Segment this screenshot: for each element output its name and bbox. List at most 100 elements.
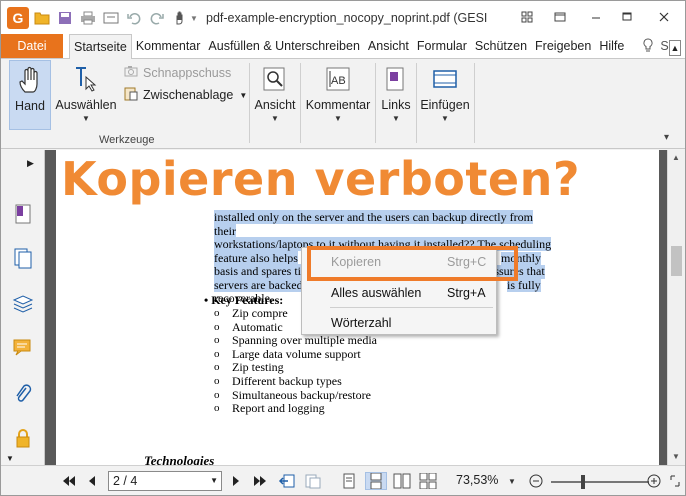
links-label: Links — [381, 98, 411, 112]
ribbon-divider — [416, 63, 417, 143]
title-bar: G ▼ pdf-example-encryption_nocopy_noprin… — [1, 1, 685, 35]
next-page-icon[interactable] — [230, 472, 242, 490]
technologies-heading: Technologies — [144, 453, 215, 465]
continuous-facing-icon[interactable] — [418, 472, 438, 490]
close-button[interactable] — [653, 7, 675, 27]
tab-form[interactable]: Formular — [413, 34, 471, 58]
ribbon-divider — [300, 63, 301, 143]
zoom-out-icon[interactable] — [528, 472, 544, 490]
chevron-down-icon: ▼ — [271, 114, 279, 123]
list-item: Spanning over multiple media — [214, 334, 377, 348]
tab-share[interactable]: Freigeben — [531, 34, 595, 58]
key-features-label: Key Features: — [211, 293, 284, 307]
links-button[interactable]: Links ▼ — [378, 60, 414, 130]
list-item: Large data volume support — [214, 347, 377, 362]
hand-tool-icon[interactable] — [170, 8, 190, 28]
restore-ribbon-icon[interactable] — [549, 7, 571, 27]
insert-label: Einfügen — [420, 98, 470, 112]
camera-icon — [124, 65, 138, 80]
clipboard-label: Zwischenablage — [143, 88, 234, 102]
scroll-down-arrow-icon[interactable]: ▼ — [672, 452, 680, 461]
zoom-slider-thumb[interactable] — [581, 475, 585, 489]
continuous-page-icon[interactable] — [365, 472, 387, 490]
status-bar: 2 / 4 ▼ 73,53% ▼ — [1, 465, 685, 495]
list-item: Different backup types — [214, 374, 377, 389]
zoom-level[interactable]: 73,53% — [456, 473, 498, 487]
view-button[interactable]: Ansicht ▼ — [253, 60, 297, 130]
facing-pages-icon[interactable] — [392, 472, 412, 490]
single-page-icon[interactable] — [341, 472, 357, 490]
page-headline: Kopieren verboten? — [61, 152, 580, 206]
screen-icon[interactable] — [101, 8, 121, 28]
pages-icon[interactable] — [11, 246, 35, 270]
previous-page-icon[interactable] — [85, 472, 99, 490]
first-page-icon[interactable] — [61, 472, 77, 490]
tab-view[interactable]: Ansicht — [364, 34, 413, 58]
chevron-down-icon: ▼ — [441, 114, 449, 123]
open-folder-icon[interactable] — [32, 8, 52, 28]
vertical-scrollbar[interactable]: ▲ ▼ — [667, 150, 685, 465]
minimize-button[interactable] — [585, 7, 607, 27]
list-item: Simultaneous backup/restore — [214, 388, 377, 403]
menu-item-select-all[interactable]: Alles auswählen — [331, 286, 421, 300]
quick-access-dropdown-icon[interactable]: ▼ — [190, 8, 198, 28]
snapshot-label: Schnappschuss — [143, 65, 232, 80]
layout-toggle-icon[interactable] — [516, 7, 538, 27]
zoom-in-icon[interactable] — [646, 472, 662, 490]
next-view-icon[interactable] — [303, 472, 323, 490]
zoom-slider-track[interactable] — [551, 481, 649, 483]
chevron-down-icon[interactable]: ▼ — [210, 476, 218, 485]
insert-button[interactable]: Einfügen ▼ — [419, 60, 471, 130]
ribbon-divider — [375, 63, 376, 143]
tab-fill-sign[interactable]: Ausfüllen & Unterschreiben — [204, 34, 363, 58]
scroll-up-arrow-icon[interactable]: ▲ — [672, 153, 680, 162]
ribbon-expand-icon[interactable]: ▾ — [664, 132, 669, 143]
tab-file[interactable]: Datei — [1, 34, 63, 58]
previous-view-icon[interactable] — [277, 472, 297, 490]
clipboard-button[interactable]: Zwischenablage ▼ — [124, 86, 247, 104]
svg-text:AB: AB — [331, 75, 346, 87]
menu-separator — [330, 307, 493, 308]
save-icon[interactable] — [55, 8, 75, 28]
clipboard-icon — [124, 86, 138, 104]
link-page-icon — [381, 64, 411, 94]
collapse-ribbon-icon[interactable]: ▲ — [669, 40, 681, 56]
page-number-input[interactable]: 2 / 4 ▼ — [108, 471, 222, 491]
page-number-value: 2 / 4 — [113, 474, 138, 488]
tab-help[interactable]: Hilfe — [595, 34, 628, 58]
bookmarks-icon[interactable] — [11, 202, 35, 226]
text-line: feature also helps — [214, 250, 298, 265]
menu-item-word-count[interactable]: Wörterzahl — [331, 316, 391, 330]
chevron-down-icon: ▼ — [239, 90, 248, 100]
redo-icon[interactable] — [147, 8, 167, 28]
hand-icon — [15, 65, 45, 95]
panel-scroll-down-icon[interactable]: ▼ — [6, 454, 14, 463]
menu-bar: Datei Startseite Kommentar Ausfüllen & U… — [1, 34, 685, 59]
scrollbar-thumb[interactable] — [671, 246, 682, 276]
undo-icon[interactable] — [124, 8, 144, 28]
zoom-dropdown-icon[interactable]: ▼ — [507, 472, 517, 490]
security-lock-icon[interactable] — [11, 426, 35, 450]
chevron-down-icon: ▼ — [334, 114, 342, 123]
hand-button[interactable]: Hand — [9, 60, 51, 130]
navigation-panel: ▶ ▼ — [1, 150, 45, 465]
attachments-icon[interactable] — [11, 382, 35, 406]
ribbon-divider — [249, 63, 250, 143]
select-text-icon — [71, 64, 101, 94]
text-line: installed only on the server and the use… — [214, 210, 533, 238]
select-button[interactable]: Auswählen ▼ — [55, 60, 117, 130]
layers-icon[interactable] — [11, 292, 35, 316]
maximize-button[interactable] — [616, 7, 638, 27]
panel-expand-arrow-icon[interactable]: ▶ — [27, 158, 34, 169]
hand-label: Hand — [15, 99, 45, 113]
comments-panel-icon[interactable] — [11, 336, 35, 360]
tab-protect[interactable]: Schützen — [471, 34, 531, 58]
comment-button[interactable]: AB Kommentar ▼ — [303, 60, 373, 130]
fullscreen-icon[interactable] — [669, 472, 681, 490]
comment-label: Kommentar — [305, 98, 371, 112]
snapshot-button[interactable]: Schnappschuss — [124, 65, 231, 80]
tab-home[interactable]: Startseite — [69, 34, 132, 59]
print-icon[interactable] — [78, 8, 98, 28]
tab-comment[interactable]: Kommentar — [132, 34, 205, 58]
last-page-icon[interactable] — [252, 472, 268, 490]
